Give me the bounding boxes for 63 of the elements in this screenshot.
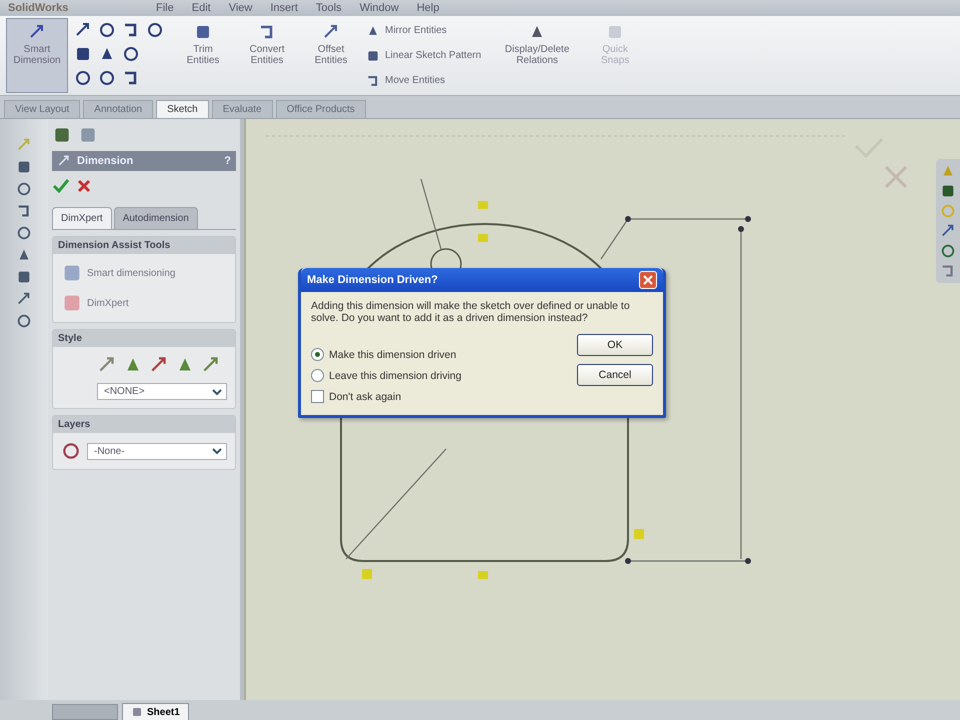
section-header[interactable]: Dimension Assist Tools [53,237,235,254]
checkmark-icon[interactable] [52,177,70,195]
ribbon-button[interactable]: Display/Delete Relations [487,18,588,93]
tool-icon [366,48,380,62]
ribbon-button[interactable]: Linear Sketch Pattern [366,48,482,62]
menu-item[interactable]: Tools [316,2,342,14]
view-icon [940,203,956,219]
menu-item[interactable]: File [156,2,174,14]
panel-tab[interactable]: Autodimension [114,207,198,229]
tool-icon [16,225,32,241]
view-icon [940,183,956,199]
view-icon [940,243,956,259]
close-icon [643,275,653,285]
panel-tab[interactable]: DimXpert [52,207,112,229]
tool-icon [16,313,32,329]
tool-icon [16,181,32,197]
dialog-message: Adding this dimension will make the sketch over defined or unable to solve. Do you want to add it as a driven dimension instead? [311,300,631,324]
checkbox-option[interactable]: Don't ask again [311,390,462,403]
dialog-button[interactable]: Cancel [577,364,653,386]
panel-title: Dimension [77,155,134,167]
section-header[interactable]: Layers [53,416,235,433]
tool-icon [194,23,212,41]
tool-icon [16,269,32,285]
sheet-tab[interactable]: Sheet1 [122,703,189,720]
tool-option[interactable]: Smart dimensioning [61,262,227,284]
ribbon-tab[interactable]: Sketch [156,100,209,118]
radio-option[interactable]: Leave this dimension driving [311,369,462,382]
chevron-down-icon [211,446,223,456]
menu-item[interactable]: Insert [270,2,298,14]
help-button[interactable]: ? [224,155,231,167]
layer-dropdown[interactable]: -None- [87,442,227,460]
tool-icon [16,137,32,153]
dialog-button[interactable]: OK [577,334,653,356]
chevron-down-icon [211,386,223,396]
line-icon [74,20,92,38]
ribbon-tab[interactable]: Evaluate [212,100,273,118]
style-dropdown[interactable]: <NONE> [97,383,227,400]
ribbon-button[interactable]: Offset Entities [302,18,360,93]
ribbon-button[interactable]: Mirror Entities [366,24,482,38]
view-icon [940,223,956,239]
ribbon-tab[interactable]: Office Products [276,100,366,118]
menu-item[interactable]: Window [360,2,399,14]
ribbon-button[interactable]: Move Entities [366,74,482,88]
dialog-title: Make Dimension Driven? [307,274,438,286]
close-icon[interactable] [76,178,92,194]
ribbon-button[interactable]: Trim Entities [174,18,232,93]
menu-item[interactable]: Edit [192,2,211,14]
menu-item[interactable]: View [228,2,252,14]
tool-option[interactable]: DimXpert [61,292,227,314]
ribbon-tab[interactable]: Annotation [83,100,154,118]
tool-icon [16,291,32,307]
ribbon-tab[interactable]: View Layout [4,100,80,118]
close-button[interactable] [639,271,657,289]
app-title: SolidWorks [8,2,70,14]
radio-option[interactable]: Make this dimension driven [311,348,462,361]
circle-icon [98,68,116,86]
section-header[interactable]: Style [53,330,235,347]
tool-icon [366,74,380,88]
circle-icon [98,20,116,38]
smart-dimension-button[interactable]: Smart Dimension [6,18,68,93]
menu-item[interactable]: Help [416,2,440,14]
tool-icon [16,159,32,175]
ribbon-button[interactable]: Convert Entities [238,18,296,93]
